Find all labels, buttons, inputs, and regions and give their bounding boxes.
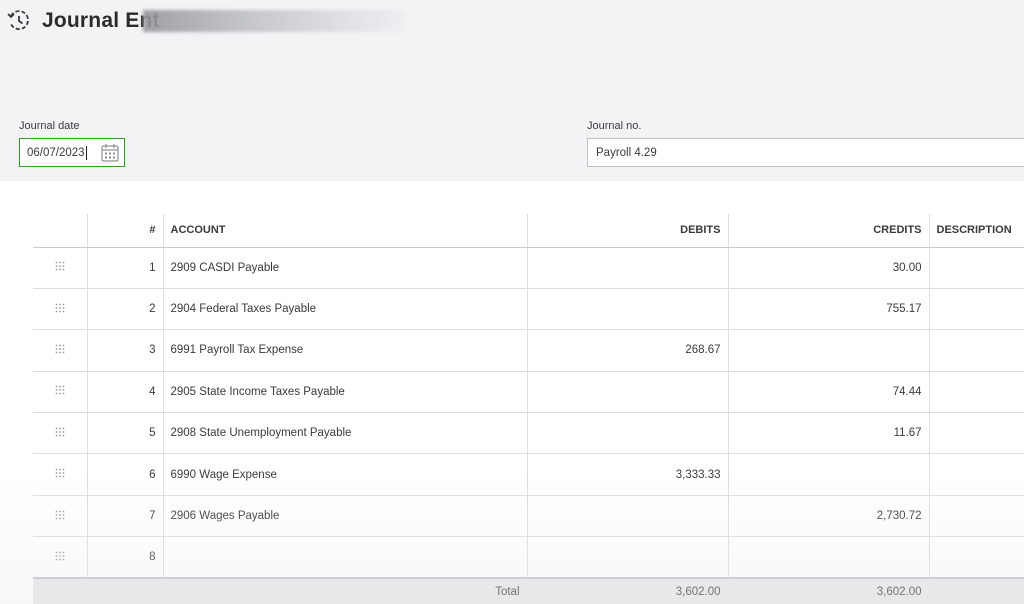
credit-cell[interactable]: [728, 329, 930, 372]
account-cell[interactable]: 2909 CASDI Payable: [163, 247, 528, 289]
table-row[interactable]: 7 2906 Wages Payable 2,730.72: [33, 495, 1024, 538]
credit-cell[interactable]: 11.67: [728, 412, 930, 455]
credit-cell[interactable]: 74.44: [728, 371, 930, 414]
column-header-description: DESCRIPTION: [929, 214, 1024, 248]
total-debits: 3,602.00: [527, 577, 729, 604]
description-cell[interactable]: [929, 412, 1024, 455]
line-number: 6: [87, 453, 164, 496]
table-row[interactable]: 8: [33, 536, 1024, 579]
account-cell[interactable]: 2908 State Unemployment Payable: [163, 412, 528, 455]
drag-grip-icon[interactable]: [55, 510, 65, 520]
credit-cell[interactable]: 755.17: [728, 288, 930, 331]
drag-grip-icon[interactable]: [55, 344, 65, 354]
line-number: 5: [87, 412, 164, 455]
drag-grip-icon[interactable]: [55, 468, 65, 478]
table-row[interactable]: 4 2905 State Income Taxes Payable 74.44: [33, 371, 1024, 414]
line-number: 8: [87, 536, 164, 579]
drag-handle[interactable]: [33, 536, 88, 579]
total-row: Total 3,602.00 3,602.00: [33, 577, 1024, 604]
drag-handle[interactable]: [33, 329, 88, 372]
debit-cell[interactable]: 3,333.33: [527, 453, 729, 496]
line-number: 3: [87, 329, 164, 372]
column-header-account: ACCOUNT: [163, 214, 528, 248]
calendar-icon[interactable]: [101, 143, 119, 162]
description-cell[interactable]: [929, 288, 1024, 331]
journal-lines-table: # ACCOUNT DEBITS CREDITS DESCRIPTION 1 29…: [33, 214, 1024, 604]
total-spacer: [33, 577, 88, 604]
line-number: 1: [87, 247, 164, 289]
debit-cell[interactable]: 268.67: [527, 329, 729, 372]
journal-no-value: Payroll 4.29: [596, 146, 657, 159]
drag-handle[interactable]: [33, 247, 88, 289]
total-credits: 3,602.00: [728, 577, 930, 604]
line-number: 7: [87, 495, 164, 538]
debit-cell[interactable]: [527, 288, 729, 331]
column-header-number: #: [87, 214, 164, 248]
debit-cell[interactable]: [527, 412, 729, 455]
text-caret: [85, 145, 87, 160]
account-cell[interactable]: 6990 Wage Expense: [163, 453, 528, 496]
description-cell[interactable]: [929, 329, 1024, 372]
account-cell[interactable]: 2904 Federal Taxes Payable: [163, 288, 528, 331]
line-number: 4: [87, 371, 164, 414]
redacted-title-region: [143, 10, 407, 32]
table-row[interactable]: 5 2908 State Unemployment Payable 11.67: [33, 412, 1024, 455]
drag-grip-icon[interactable]: [55, 261, 65, 271]
credit-cell[interactable]: [728, 453, 930, 496]
journal-date-value: 06/07/2023: [27, 146, 85, 159]
debit-cell[interactable]: [527, 247, 729, 289]
description-cell[interactable]: [929, 536, 1024, 579]
account-cell[interactable]: 6991 Payroll Tax Expense: [163, 329, 528, 372]
total-label: Total: [163, 577, 528, 604]
debit-cell[interactable]: [527, 495, 729, 538]
column-header-debits: DEBITS: [527, 214, 729, 248]
credit-cell[interactable]: [728, 536, 930, 579]
table-row[interactable]: 2 2904 Federal Taxes Payable 755.17: [33, 288, 1024, 331]
table-row[interactable]: 3 6991 Payroll Tax Expense 268.67: [33, 329, 1024, 372]
total-spacer: [929, 577, 1024, 604]
drag-grip-icon[interactable]: [55, 303, 65, 313]
handle-column-header: [33, 214, 88, 248]
column-header-credits: CREDITS: [728, 214, 930, 248]
table-row[interactable]: 1 2909 CASDI Payable 30.00: [33, 247, 1024, 289]
page-header: Journal Ent: [6, 6, 160, 36]
description-cell[interactable]: [929, 453, 1024, 496]
debit-cell[interactable]: [527, 371, 729, 414]
drag-handle[interactable]: [33, 288, 88, 331]
history-icon[interactable]: [6, 8, 32, 34]
line-number: 2: [87, 288, 164, 331]
journal-no-input[interactable]: Payroll 4.29: [587, 138, 1024, 167]
drag-handle[interactable]: [33, 412, 88, 455]
drag-handle[interactable]: [33, 495, 88, 538]
drag-grip-icon[interactable]: [55, 427, 65, 437]
debit-cell[interactable]: [527, 536, 729, 579]
description-cell[interactable]: [929, 371, 1024, 414]
description-cell[interactable]: [929, 495, 1024, 538]
table-row[interactable]: 6 6990 Wage Expense 3,333.33: [33, 453, 1024, 496]
total-spacer: [87, 577, 164, 604]
account-cell[interactable]: 2905 State Income Taxes Payable: [163, 371, 528, 414]
drag-grip-icon[interactable]: [55, 551, 65, 561]
journal-date-input[interactable]: 06/07/2023: [19, 138, 125, 167]
credit-cell[interactable]: 2,730.72: [728, 495, 930, 538]
drag-grip-icon[interactable]: [55, 385, 65, 395]
account-cell[interactable]: 2906 Wages Payable: [163, 495, 528, 538]
description-cell[interactable]: [929, 247, 1024, 289]
table-header-row: # ACCOUNT DEBITS CREDITS DESCRIPTION: [33, 214, 1024, 248]
journal-no-label: Journal no.: [587, 120, 642, 132]
credit-cell[interactable]: 30.00: [728, 247, 930, 289]
journal-date-label: Journal date: [19, 120, 80, 132]
account-cell[interactable]: [163, 536, 528, 579]
drag-handle[interactable]: [33, 371, 88, 414]
drag-handle[interactable]: [33, 453, 88, 496]
